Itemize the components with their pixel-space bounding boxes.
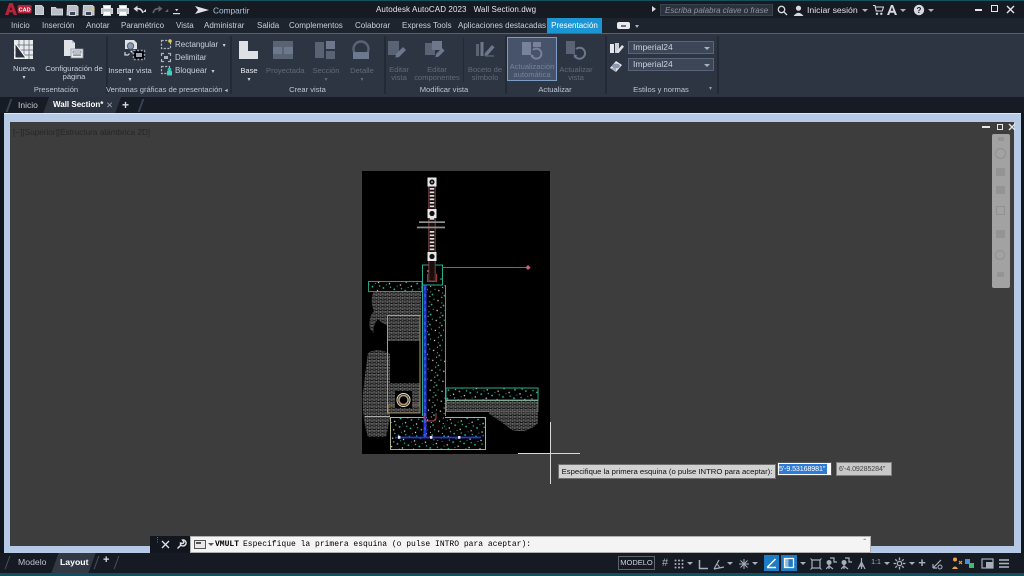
svg-text:Compartir: Compartir: [213, 6, 250, 16]
svg-text:?: ?: [917, 6, 922, 15]
svg-text:CAD: CAD: [19, 8, 31, 14]
